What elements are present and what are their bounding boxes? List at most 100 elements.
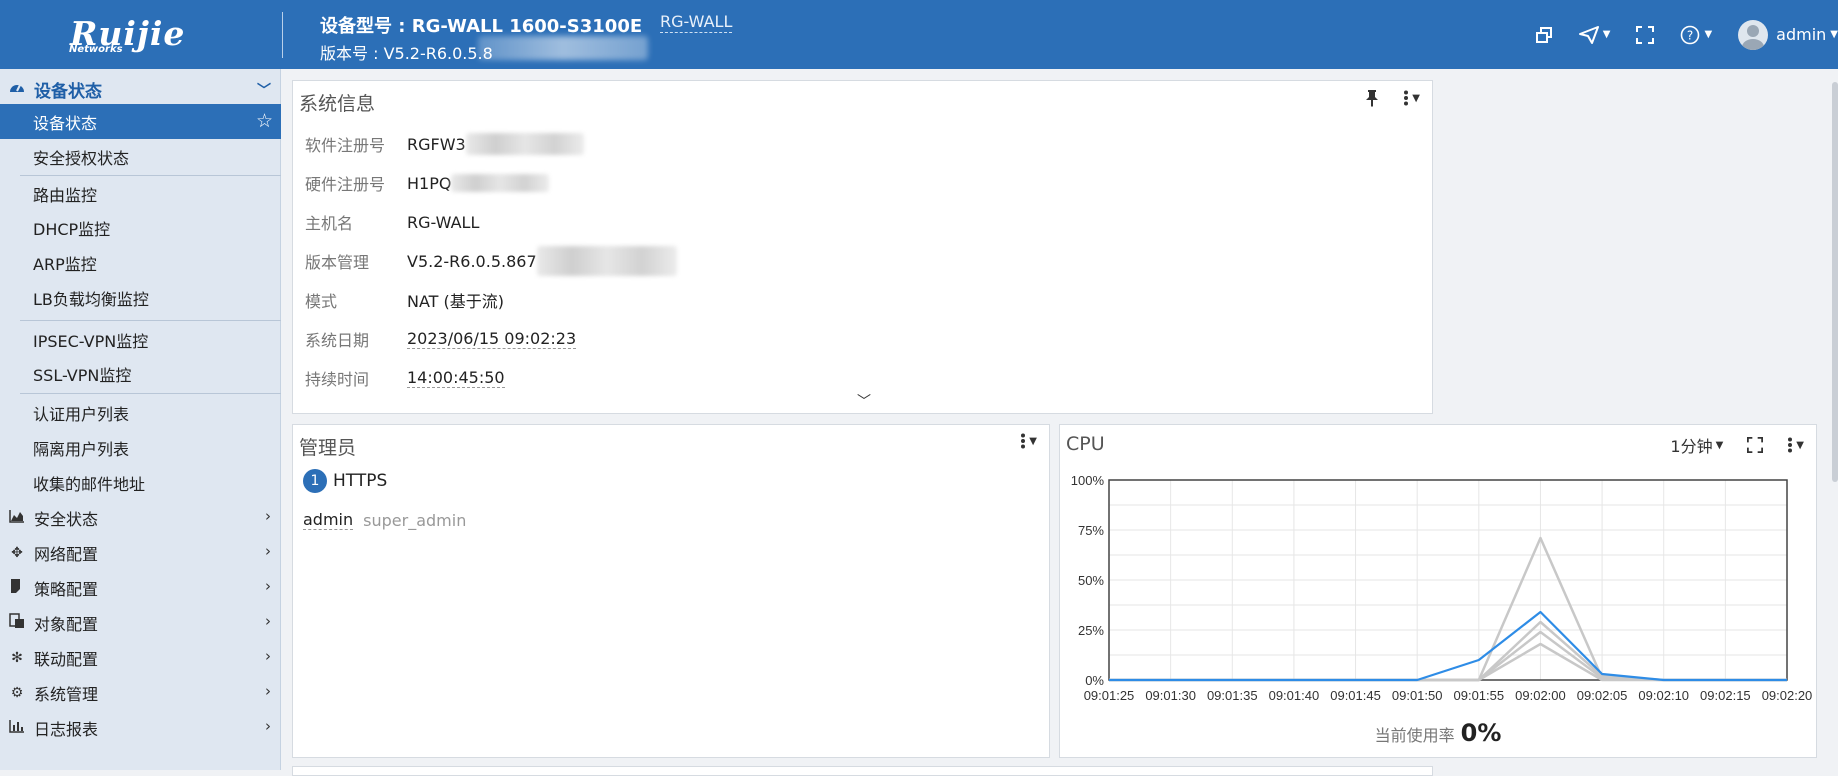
x-tick-label: 09:02:05 bbox=[1577, 688, 1628, 703]
sidebar-separator bbox=[20, 393, 281, 394]
top-header: Ruijie Networks 设备型号 : RG-WALL 1600-S310… bbox=[0, 0, 1838, 69]
info-row-system-date: 系统日期 2023/06/15 09:02:23 bbox=[305, 327, 577, 351]
chevron-right-icon: › bbox=[265, 647, 271, 665]
admin-user-link[interactable]: admin bbox=[303, 510, 354, 530]
help-icon[interactable]: ? ▼ bbox=[1680, 25, 1712, 45]
user-menu[interactable]: admin ▼ bbox=[1738, 19, 1838, 50]
cpu-line-chart: 100% 75% 50% 25% 0%09:01:25 09:01:30 09:01:35 0… bbox=[1071, 473, 1813, 703]
sidebar-item-isolated-users[interactable]: 隔离用户列表 bbox=[0, 430, 281, 465]
sidebar-separator bbox=[20, 320, 281, 321]
pin-icon[interactable] bbox=[1365, 89, 1379, 107]
expand-chevron-icon[interactable]: ﹀ bbox=[857, 391, 871, 411]
sidebar-item-label: IPSEC-VPN监控 bbox=[33, 331, 149, 351]
sidebar-group-label: 设备状态 bbox=[34, 81, 102, 102]
x-tick-label: 09:02:20 bbox=[1762, 688, 1813, 703]
sidebar-item-device-status[interactable]: 设备状态 ☆ bbox=[0, 104, 281, 139]
cpu-current-label: 当前使用率 bbox=[1374, 726, 1455, 745]
x-tick-label: 09:01:30 bbox=[1145, 688, 1196, 703]
sidebar-item-license-status[interactable]: 安全授权状态 bbox=[0, 139, 281, 174]
system-info-panel: 系统信息 ▼ 软件注册号 RGFW3 硬件注册号 H1PQ 主机名 RG-WAL… bbox=[292, 80, 1433, 414]
hostname-link[interactable]: RG-WALL bbox=[660, 12, 733, 33]
info-label: 软件注册号 bbox=[305, 136, 386, 155]
redaction bbox=[465, 133, 584, 155]
more-menu-icon[interactable]: ▼ bbox=[1787, 437, 1804, 453]
fullscreen-icon[interactable] bbox=[1747, 437, 1764, 453]
chevron-right-icon: › bbox=[265, 577, 271, 595]
admin-panel: 管理员 ▼ 1 HTTPS admin super_admin bbox=[292, 424, 1050, 758]
sidebar-group-device-status[interactable]: 设备状态 ﹀ bbox=[0, 72, 281, 106]
sidebar-item-lb-monitor[interactable]: LB负载均衡监控 bbox=[0, 280, 281, 315]
uptime-link[interactable]: 14:00:45:50 bbox=[407, 368, 505, 388]
info-row-hostname: 主机名 RG-WALL bbox=[305, 210, 479, 234]
send-icon[interactable]: ▼ bbox=[1578, 25, 1610, 44]
user-caret-icon: ▼ bbox=[1830, 29, 1838, 40]
x-tick-label: 09:02:15 bbox=[1700, 688, 1751, 703]
system-date-link[interactable]: 2023/06/15 09:02:23 bbox=[407, 329, 577, 349]
page-scrollbar[interactable] bbox=[1832, 82, 1838, 482]
interval-select[interactable]: 1分钟 ▼ bbox=[1670, 433, 1723, 457]
admin-entry: admin super_admin bbox=[303, 510, 466, 530]
sidebar-item-collected-emails[interactable]: 收集的邮件地址 bbox=[0, 465, 281, 500]
info-value: RG-WALL bbox=[407, 212, 480, 232]
y-tick-label: 25% bbox=[1078, 623, 1104, 638]
y-tick-label: 75% bbox=[1078, 523, 1104, 538]
series-line bbox=[1109, 536, 1787, 682]
fullscreen-icon[interactable] bbox=[1636, 25, 1655, 44]
series-line bbox=[1109, 630, 1787, 682]
admin-role: super_admin bbox=[363, 510, 467, 530]
panel-title: 管理员 bbox=[299, 437, 357, 459]
ruijie-logo[interactable]: Ruijie Networks bbox=[64, 14, 192, 58]
logo-subtext: Networks bbox=[69, 44, 123, 55]
sidebar-item-dhcp-monitor[interactable]: DHCP监控 bbox=[0, 210, 281, 245]
area-chart-icon bbox=[8, 509, 26, 527]
y-tick-label: 0% bbox=[1085, 673, 1104, 688]
star-icon[interactable]: ☆ bbox=[256, 110, 273, 132]
sidebar-cat-security-status[interactable]: 安全状态 › bbox=[0, 500, 281, 535]
sidebar-cat-network-config[interactable]: ✥ 网络配置 › bbox=[0, 535, 281, 570]
info-label: 版本管理 bbox=[305, 253, 370, 272]
header-toolbar: ▼ ? ▼ admin ▼ bbox=[1535, 0, 1838, 69]
x-tick-label: 09:01:40 bbox=[1269, 688, 1320, 703]
window-switch-icon[interactable] bbox=[1535, 26, 1553, 44]
sidebar-item-auth-users[interactable]: 认证用户列表 bbox=[0, 395, 281, 430]
x-tick-label: 09:01:35 bbox=[1207, 688, 1258, 703]
svg-text:?: ? bbox=[1687, 28, 1693, 42]
redaction bbox=[536, 246, 677, 276]
x-tick-label: 09:02:00 bbox=[1515, 688, 1566, 703]
x-tick-label: 09:01:55 bbox=[1454, 688, 1505, 703]
x-tick-label: 09:02:10 bbox=[1638, 688, 1689, 703]
sidebar: 设备状态 ﹀ 设备状态 ☆ 安全授权状态 路由监控 DHCP监控 ARP监控 L… bbox=[0, 69, 281, 770]
sidebar-cat-linkage-config[interactable]: ✻ 联动配置 › bbox=[0, 640, 281, 675]
sidebar-cat-system-admin[interactable]: ⚙ 系统管理 › bbox=[0, 675, 281, 710]
info-label: 主机名 bbox=[305, 214, 354, 233]
sidebar-item-route-monitor[interactable]: 路由监控 bbox=[0, 176, 281, 211]
sidebar-cat-label: 网络配置 bbox=[34, 544, 99, 564]
more-menu-icon[interactable]: ▼ bbox=[1020, 433, 1037, 449]
more-menu-icon[interactable]: ▼ bbox=[1403, 90, 1420, 106]
info-value: H1PQ bbox=[407, 173, 452, 193]
sidebar-item-ssl-vpn-monitor[interactable]: SSL-VPN监控 bbox=[0, 356, 281, 391]
sidebar-item-ipsec-vpn-monitor[interactable]: IPSEC-VPN监控 bbox=[0, 322, 281, 357]
chevron-right-icon: › bbox=[265, 682, 271, 700]
info-label: 系统日期 bbox=[305, 331, 370, 350]
series-line bbox=[1109, 642, 1787, 682]
user-name: admin bbox=[1776, 25, 1827, 44]
sidebar-cat-object-config[interactable]: 对象配置 › bbox=[0, 605, 281, 640]
x-tick-label: 09:01:25 bbox=[1084, 688, 1135, 703]
sidebar-cat-label: 对象配置 bbox=[34, 614, 99, 634]
chevron-right-icon: › bbox=[265, 542, 271, 560]
info-row-uptime: 持续时间 14:00:45:50 bbox=[305, 366, 505, 390]
dashboard-icon bbox=[8, 79, 26, 99]
y-tick-label: 100% bbox=[1071, 473, 1105, 488]
header-divider bbox=[282, 12, 283, 58]
x-tick-label: 09:01:50 bbox=[1392, 688, 1443, 703]
sidebar-item-label: LB负载均衡监控 bbox=[33, 289, 149, 309]
panel-toolbar: ▼ bbox=[996, 433, 1037, 449]
sidebar-item-label: 认证用户列表 bbox=[33, 404, 130, 424]
sidebar-cat-policy-config[interactable]: 策略配置 › bbox=[0, 570, 281, 605]
interval-label: 1分钟 bbox=[1670, 437, 1713, 456]
sidebar-item-arp-monitor[interactable]: ARP监控 bbox=[0, 245, 281, 280]
sidebar-item-label: SSL-VPN监控 bbox=[33, 365, 132, 385]
sidebar-cat-log-report[interactable]: 日志报表 › bbox=[0, 710, 281, 745]
policy-icon bbox=[8, 578, 26, 598]
